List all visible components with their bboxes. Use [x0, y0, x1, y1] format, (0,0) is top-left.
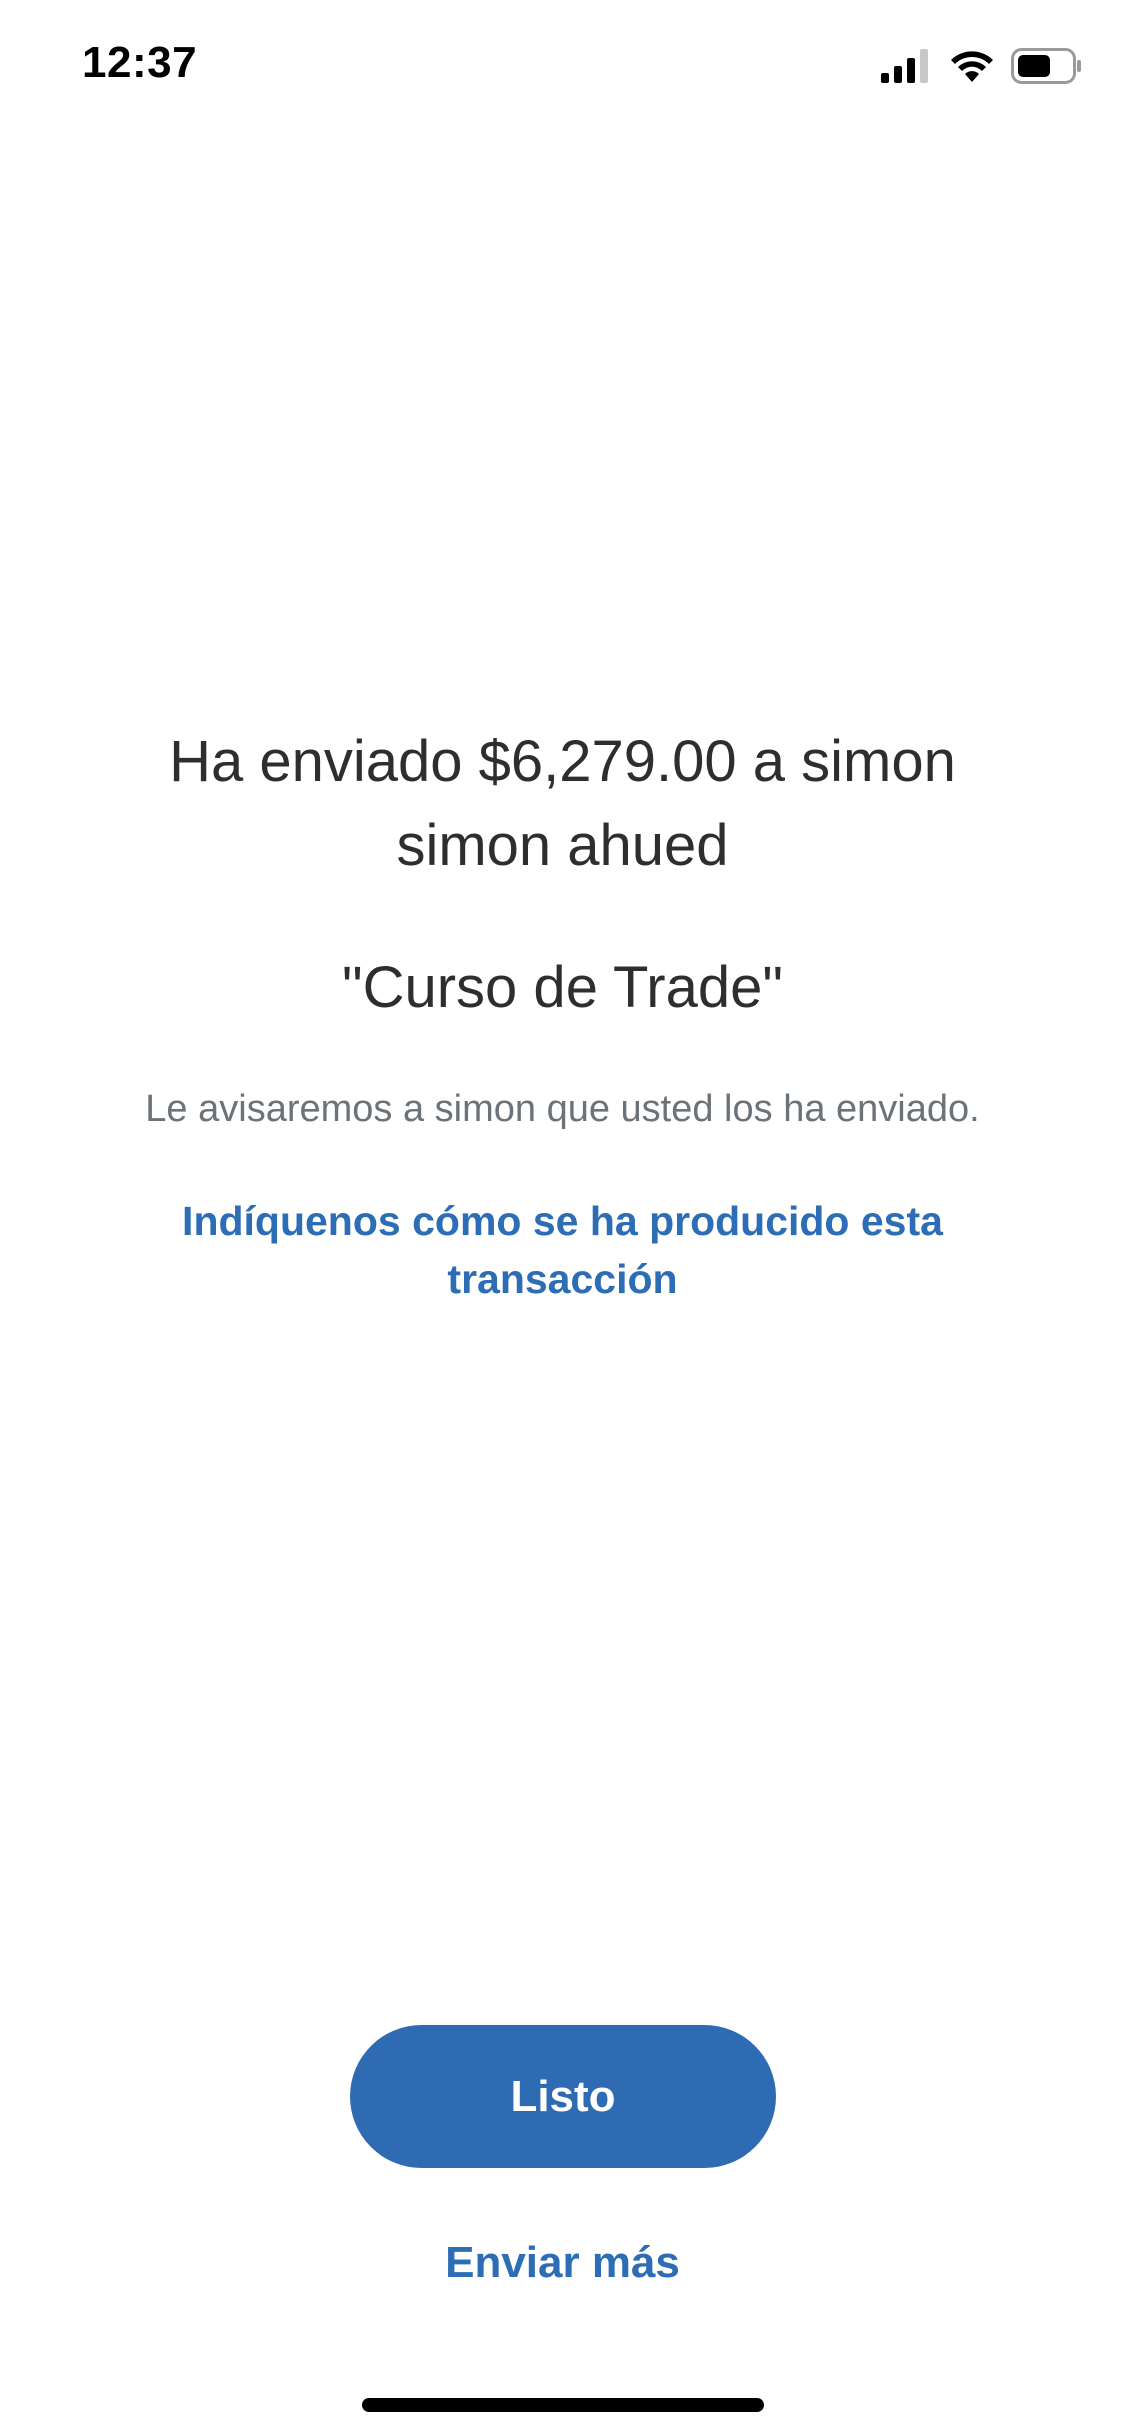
status-icons — [881, 47, 1083, 89]
send-more-link[interactable]: Enviar más — [0, 2238, 1125, 2288]
payment-note: "Curso de Trade" — [342, 955, 783, 1020]
home-indicator[interactable] — [362, 2398, 764, 2412]
wifi-icon — [949, 49, 995, 88]
status-bar: 12:37 — [0, 0, 1125, 140]
confirmation-content: Ha enviado $6,279.00 a simon simon ahued… — [0, 720, 1125, 1308]
cellular-signal-icon — [881, 48, 933, 88]
transaction-feedback-link[interactable]: Indíquenos cómo se ha producido esta tra… — [153, 1192, 973, 1308]
notification-info: Le avisaremos a simon que usted los ha e… — [145, 1088, 980, 1130]
status-time: 12:37 — [82, 38, 198, 87]
payment-confirmation-headline: Ha enviado $6,279.00 a simon simon ahued — [169, 729, 956, 878]
battery-icon — [1011, 47, 1083, 89]
done-button[interactable]: Listo — [350, 2025, 776, 2168]
